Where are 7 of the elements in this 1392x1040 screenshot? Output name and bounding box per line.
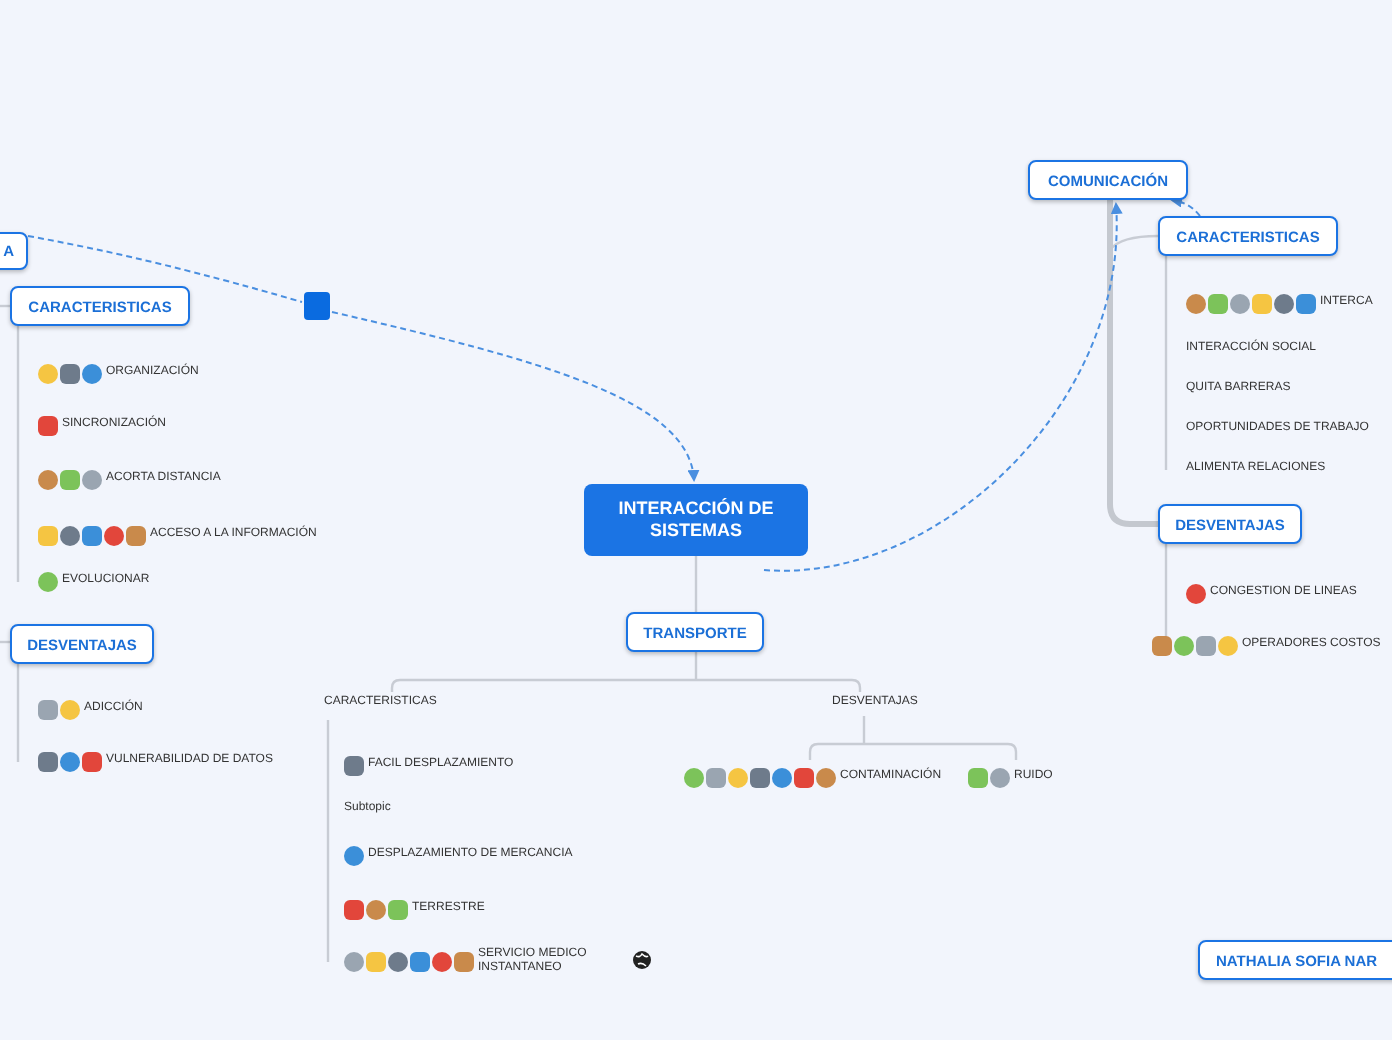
connector-line [0,640,10,644]
relationship-line [1170,195,1201,217]
connector-line [16,662,20,762]
central-topic[interactable]: INTERACCIÓN DE SISTEMAS [584,484,808,556]
connector-line [694,556,698,612]
control-handle[interactable] [304,292,330,320]
connector-line [0,304,10,308]
